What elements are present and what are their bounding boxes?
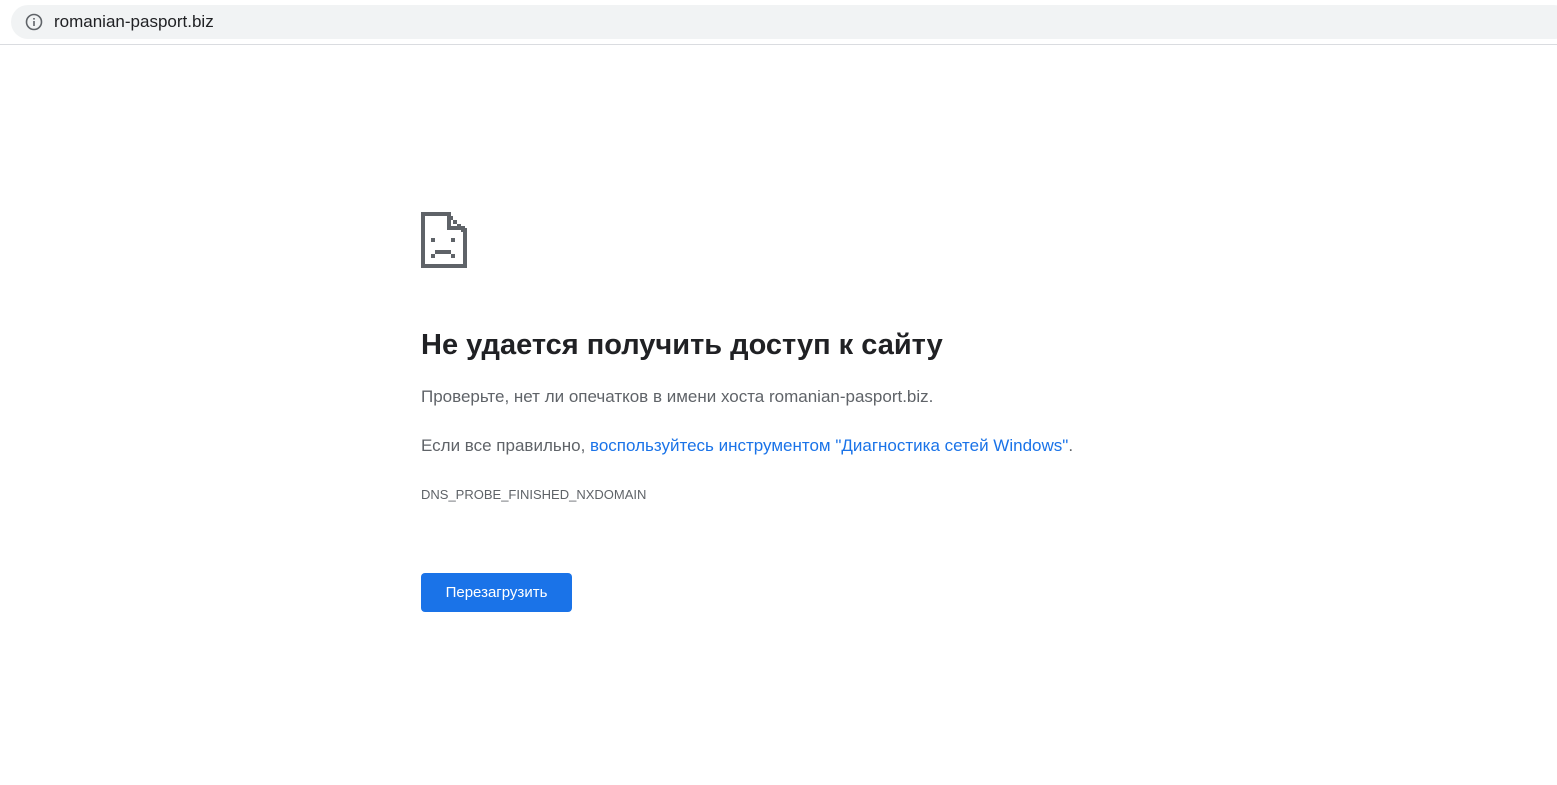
reload-button[interactable]: Перезагрузить: [421, 573, 572, 612]
url-text[interactable]: romanian-pasport.biz: [54, 11, 214, 33]
check-hostname-text: Проверьте, нет ли опечатков в имени хост…: [421, 387, 934, 406]
network-diagnostics-link[interactable]: воспользуйтесь инструментом "Диагностика…: [590, 436, 1068, 455]
error-title: Не удается получить доступ к сайту: [421, 329, 943, 361]
suggestion-suffix: .: [1068, 436, 1074, 455]
browser-toolbar: romanian-pasport.biz: [0, 0, 1557, 45]
error-code: DNS_PROBE_FINISHED_NXDOMAIN: [421, 487, 647, 502]
address-bar[interactable]: romanian-pasport.biz: [11, 5, 1557, 39]
sad-document-icon: [421, 212, 467, 268]
info-circle-icon[interactable]: [25, 13, 43, 31]
diagnostics-suggestion: Если все правильно, воспользуйтесь инстр…: [421, 434, 1073, 458]
suggestion-prefix: Если все правильно,: [421, 436, 591, 455]
